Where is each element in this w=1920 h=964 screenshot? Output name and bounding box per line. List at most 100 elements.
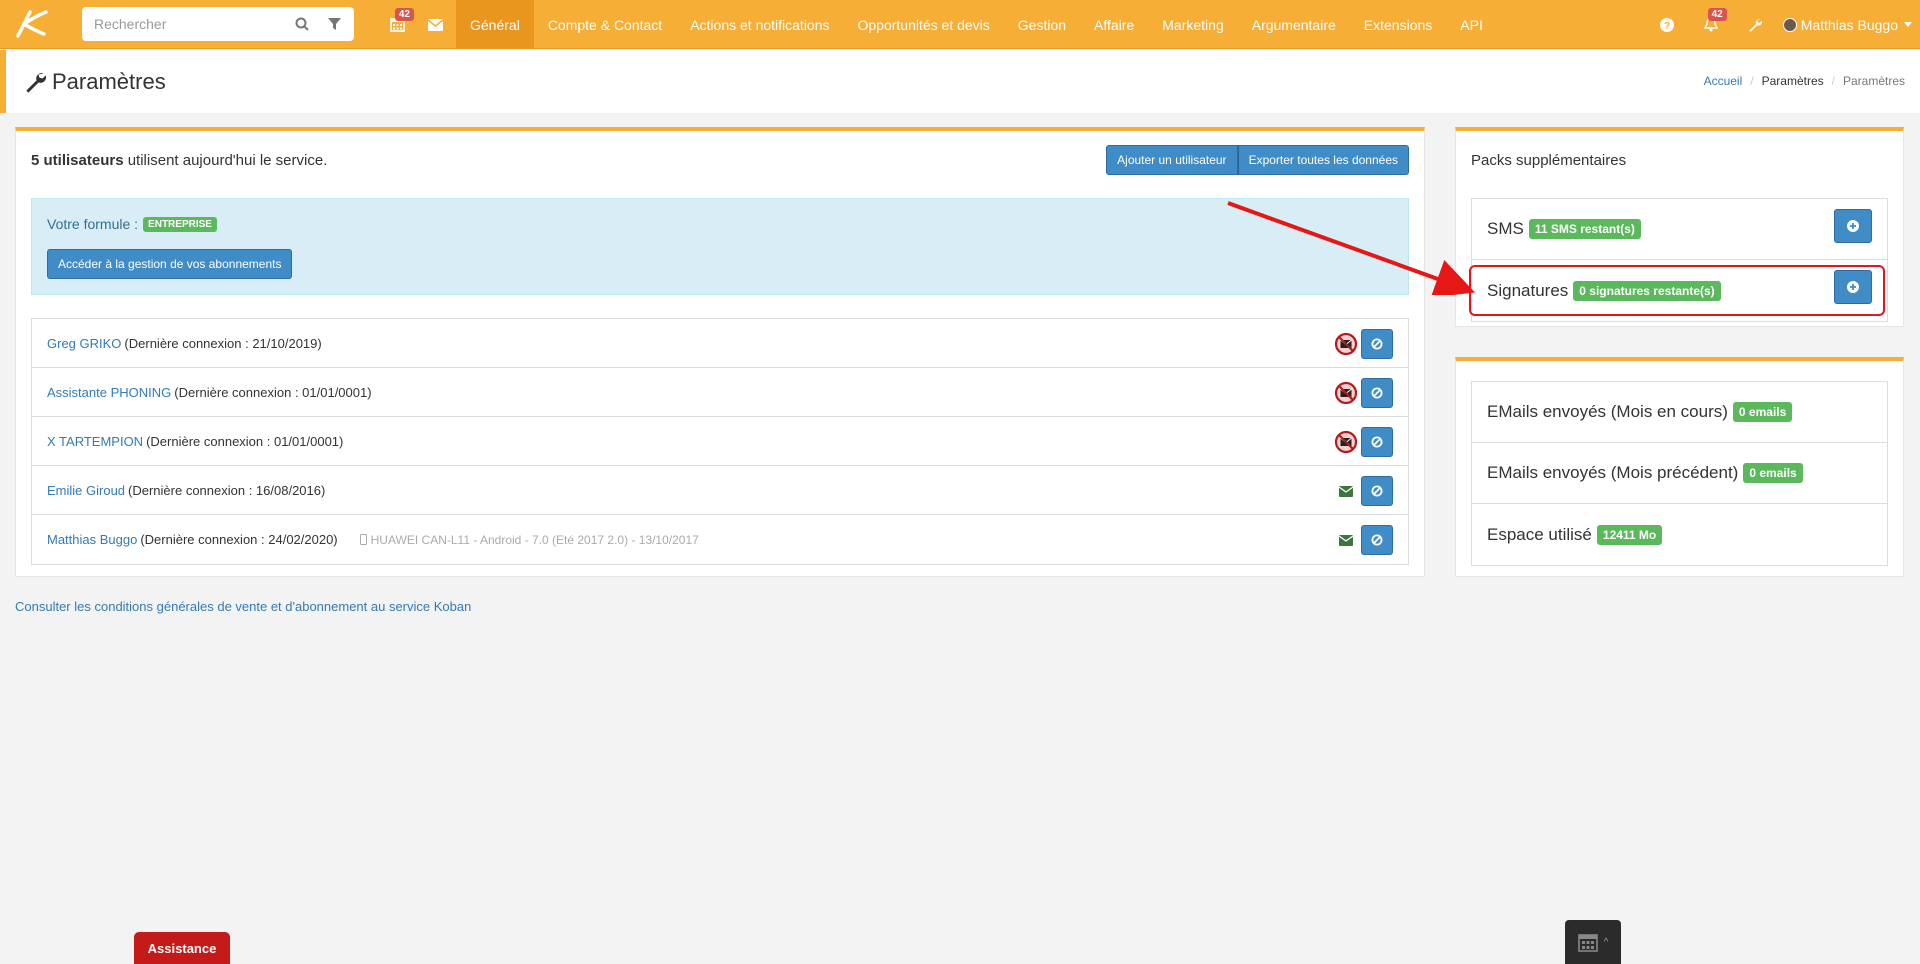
wrench-icon — [1749, 18, 1762, 32]
stat-label: EMails envoyés (Mois précédent) — [1487, 463, 1739, 482]
ban-icon — [1371, 485, 1383, 497]
mail-enabled-icon[interactable] — [1333, 527, 1359, 553]
users-count-text: 5 utilisateurs utilisent aujourd'hui le … — [31, 152, 327, 169]
last-login: (Dernière connexion : 01/01/0001) — [174, 384, 372, 400]
last-login: (Dernière connexion : 24/02/2020) — [140, 532, 338, 547]
export-data-button[interactable]: Exporter toutes les données — [1237, 145, 1409, 175]
disable-user-button[interactable] — [1361, 476, 1393, 506]
menu-compte-contact[interactable]: Compte & Contact — [534, 0, 676, 49]
mail-disabled-icon[interactable] — [1333, 331, 1359, 357]
list-item: Assistante PHONING (Dernière connexion :… — [32, 368, 1408, 417]
ban-icon — [1371, 534, 1383, 546]
menu-marketing[interactable]: Marketing — [1148, 0, 1237, 49]
filter-icon[interactable] — [324, 14, 344, 34]
koban-logo[interactable] — [0, 0, 64, 49]
users-panel: 5 utilisateurs utilisent aujourd'hui le … — [15, 127, 1425, 577]
pack-name: SMS — [1487, 219, 1524, 238]
envelope-icon — [427, 18, 443, 31]
plus-circle-icon — [1847, 281, 1859, 293]
stat-value-badge: 12411 Mo — [1596, 524, 1663, 545]
settings-wrench-button[interactable] — [1733, 0, 1777, 49]
last-login: (Dernière connexion : 21/10/2019) — [124, 335, 322, 351]
user-link[interactable]: Emilie Giroud — [47, 483, 125, 498]
buy-sms-pack-button[interactable] — [1834, 209, 1872, 243]
search-icon[interactable] — [292, 14, 312, 34]
user-link[interactable]: Assistante PHONING — [47, 385, 171, 400]
menu-general[interactable]: Général — [456, 0, 534, 49]
page-title-text: Paramètres — [52, 69, 166, 94]
list-item: Emilie Giroud (Dernière connexion : 16/0… — [32, 466, 1408, 515]
menu-gestion[interactable]: Gestion — [1004, 0, 1080, 49]
menu-extensions[interactable]: Extensions — [1350, 0, 1446, 49]
stats-list: EMails envoyés (Mois en cours) 0 emails … — [1471, 381, 1888, 566]
packs-title: Packs supplémentaires — [1471, 152, 1627, 169]
assistance-button[interactable]: Assistance — [134, 932, 230, 964]
manage-subscriptions-button[interactable]: Accéder à la gestion de vos abonnements — [47, 249, 293, 279]
device-text: HUAWEI CAN-L11 - Android - 7.0 (Eté 2017… — [370, 532, 699, 547]
menu-actions-notifications[interactable]: Actions et notifications — [676, 0, 843, 49]
page-header: Paramètres Accueil / Paramètres / Paramè… — [0, 50, 1920, 113]
menu-api[interactable]: API — [1446, 0, 1497, 49]
stat-label: EMails envoyés (Mois en cours) — [1487, 402, 1728, 421]
formula-badge: ENTREPRISE — [143, 216, 217, 232]
svg-text:?: ? — [1664, 21, 1670, 32]
search-input[interactable] — [94, 16, 280, 32]
disable-user-button[interactable] — [1361, 329, 1393, 359]
disable-user-button[interactable] — [1361, 525, 1393, 555]
menu-argumentaire[interactable]: Argumentaire — [1238, 0, 1350, 49]
cgv-link[interactable]: Consulter les conditions générales de ve… — [15, 599, 471, 614]
question-circle-icon: ? — [1659, 17, 1674, 32]
notifications-badge: 42 — [1707, 8, 1727, 21]
caret-down-icon — [1904, 22, 1912, 27]
breadcrumb-parametres[interactable]: Paramètres — [1762, 74, 1824, 88]
ban-icon — [1371, 436, 1383, 448]
breadcrumb-accueil[interactable]: Accueil — [1704, 74, 1743, 88]
plus-circle-icon — [1847, 220, 1859, 232]
breadcrumb: Accueil / Paramètres / Paramètres — [1704, 74, 1905, 88]
last-login: (Dernière connexion : 01/01/0001) — [146, 433, 344, 449]
mail-nav-button[interactable] — [416, 0, 454, 49]
user-link[interactable]: Matthias Buggo — [47, 532, 137, 547]
ban-icon — [1371, 338, 1383, 350]
notifications-button[interactable]: 42 — [1689, 0, 1733, 49]
user-link[interactable]: Greg GRIKO — [47, 336, 121, 351]
mobile-icon — [359, 534, 367, 545]
users-actions: Ajouter un utilisateur Exporter toutes l… — [1106, 145, 1409, 175]
help-button[interactable]: ? — [1645, 0, 1689, 49]
pack-name: Signatures — [1487, 280, 1569, 300]
add-user-button[interactable]: Ajouter un utilisateur — [1106, 145, 1238, 175]
menu-affaire[interactable]: Affaire — [1080, 0, 1148, 49]
mail-disabled-icon[interactable] — [1333, 429, 1359, 455]
calendar-nav-button[interactable]: 42 — [378, 0, 416, 49]
stat-value-badge: 0 emails — [1732, 402, 1793, 422]
calendar-badge: 42 — [394, 8, 414, 21]
stat-value-badge: 0 emails — [1743, 463, 1803, 483]
disable-user-button[interactable] — [1361, 378, 1393, 408]
user-link[interactable]: X TARTEMPION — [47, 434, 143, 449]
user-menu[interactable]: Matthias Buggo — [1777, 0, 1920, 49]
breadcrumb-current: Paramètres — [1842, 74, 1905, 88]
device-info: HUAWEI CAN-L11 - Android - 7.0 (Eté 2017… — [359, 532, 699, 547]
wrench-icon — [26, 73, 46, 93]
usage-stats-panel: EMails envoyés (Mois en cours) 0 emails … — [1455, 357, 1904, 577]
last-login: (Dernière connexion : 16/08/2016) — [128, 482, 326, 498]
pack-remaining-badge: 11 SMS restant(s) — [1528, 219, 1641, 239]
chevron-up-icon: ^ — [1603, 936, 1609, 948]
stat-emails-previous-month: EMails envoyés (Mois précédent) 0 emails — [1472, 443, 1887, 504]
stat-storage-used: Espace utilisé 12411 Mo — [1472, 504, 1887, 565]
breadcrumb-separator: / — [1831, 74, 1835, 88]
top-navbar: 42 Général Compte & Contact Actions et n… — [0, 0, 1920, 49]
calendar-icon — [1577, 934, 1598, 952]
packs-panel: Packs supplémentaires SMS 11 SMS restant… — [1455, 127, 1904, 327]
menu-opportunites-devis[interactable]: Opportunités et devis — [844, 0, 1004, 49]
disable-user-button[interactable] — [1361, 427, 1393, 457]
stat-label: Espace utilisé — [1487, 524, 1592, 544]
mail-enabled-icon[interactable] — [1333, 478, 1359, 504]
mail-disabled-icon[interactable] — [1333, 380, 1359, 406]
calendar-widget-toggle[interactable]: ^ — [1565, 920, 1621, 964]
buy-signatures-pack-button[interactable] — [1834, 270, 1872, 304]
main-menu: Général Compte & Contact Actions et noti… — [456, 0, 1497, 49]
users-count-suffix: utilisent aujourd'hui le service. — [127, 152, 328, 169]
subscription-info-box: Votre formule : ENTREPRISE Accéder à la … — [31, 198, 1409, 295]
formula-label: Votre formule : — [47, 216, 139, 232]
